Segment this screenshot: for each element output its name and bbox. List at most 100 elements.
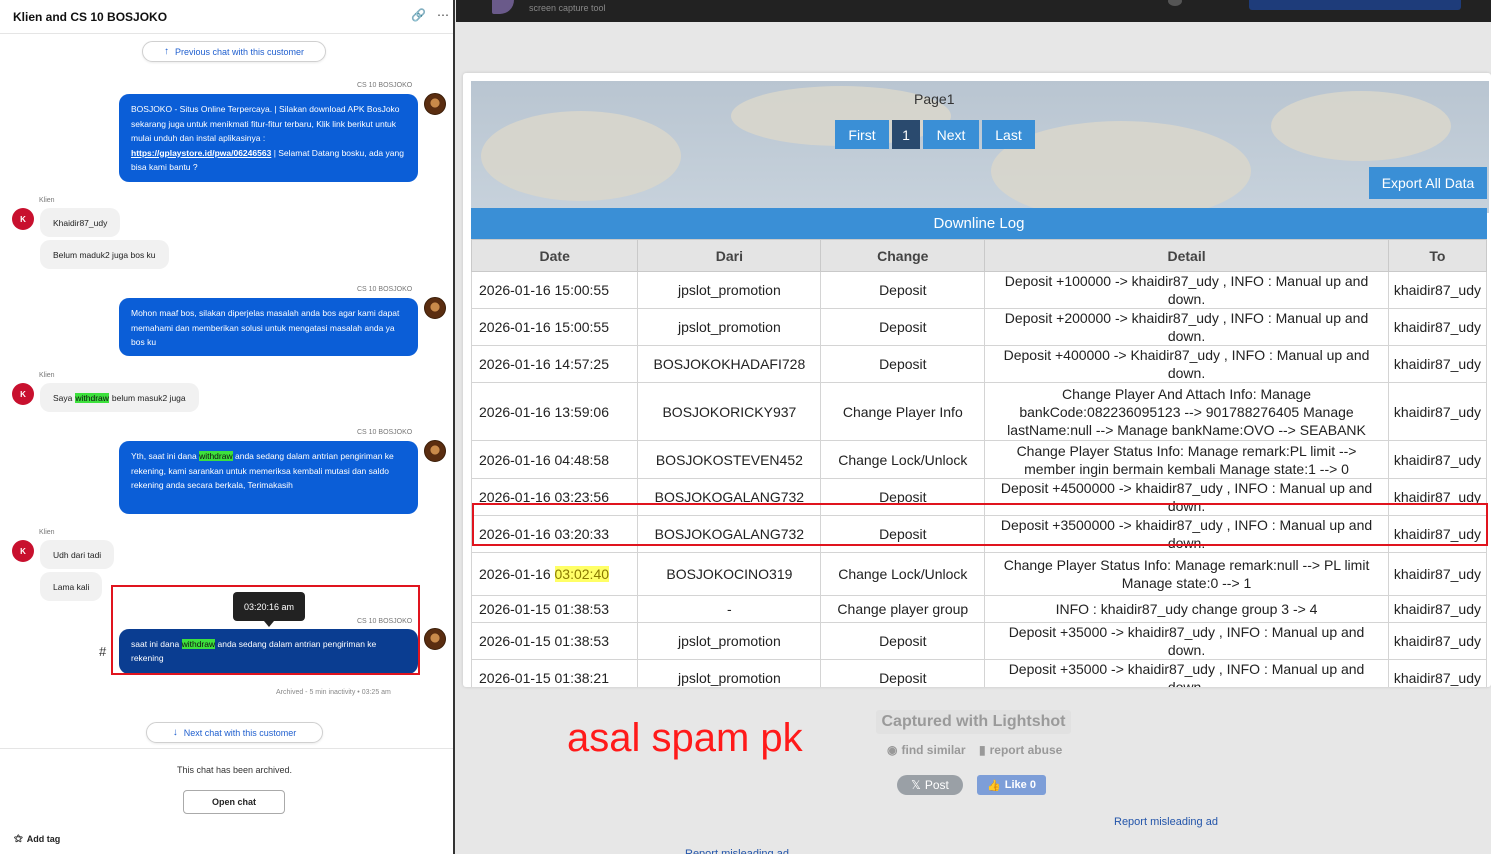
agent-name-label: CS 10 BOSJOKO [357,286,413,293]
arrow-up-icon: ↑ [163,46,169,57]
client-name-label: Klien [39,372,55,379]
link-icon[interactable]: 🔗 [411,8,426,22]
client-message: Saya withdraw belum masuk2 juga [40,383,199,412]
agent-name-label: CS 10 BOSJOKO [357,429,413,436]
tag-icon: ⚝ [14,833,23,843]
previous-chat-label: Previous chat with this customer [174,46,305,57]
table-row: 2026-01-16 15:00:55 jpslot_promotion Depos… [470,271,1488,309]
cell-date: 2026-01-15 01:38:53 [470,622,639,660]
x-post-button[interactable]: 𝕏 Post [897,775,963,795]
cell-detail: Change Player Status Info: Manage remark… [984,552,1389,596]
footer-divider [0,748,453,749]
cell-dari: jpslot_promotion [637,308,822,346]
cell-dari: jpslot_promotion [637,622,822,660]
report-icon: ▮ [979,743,986,757]
settings-icon[interactable] [1168,0,1182,6]
agent-message: Yth, saat ini dana withdraw anda sedang … [119,441,418,514]
col-date: Date [470,239,639,272]
cell-change: Change Lock/Unlock [820,440,986,479]
agent-avatar [424,440,446,462]
pager-first[interactable]: First [835,120,889,149]
cell-to: khaidir87_udy [1387,622,1488,660]
agent-avatar [424,628,446,650]
lightshot-logo-icon[interactable] [492,0,514,14]
cell-detail: Deposit +35000 -> khaidir87_udy , INFO :… [984,622,1389,660]
post-label: Post [924,778,949,792]
col-dari: Dari [637,239,822,272]
x-icon: 𝕏 [911,778,921,792]
cell-to: khaidir87_udy [1387,552,1488,596]
cell-to: khaidir87_udy [1387,595,1488,623]
table-row: 2026-01-16 15:00:55 jpslot_promotion Depos… [470,308,1488,346]
client-name-label: Klien [39,529,55,536]
archived-status: Archived - 5 min inactivity • 03:25 am [276,689,391,696]
report-ad-link[interactable]: Report misleading ad [685,848,789,854]
add-tag-button[interactable]: ⚝ Add tag [14,833,60,844]
highlighted-word: withdraw [75,392,109,403]
cell-date: 2026-01-16 14:57:25 [470,345,639,383]
cell-date: 2026-01-16 15:00:55 [470,271,639,309]
cell-date: 2026-01-16 15:00:55 [470,308,639,346]
report-abuse-link[interactable]: ▮ report abuse [979,743,1062,757]
download-button[interactable] [1249,0,1461,10]
cell-detail: INFO : khaidir87_udy change group 3 -> 4 [984,595,1389,623]
cell-change: Deposit [820,622,986,660]
table-row: 2026-01-16 03:02:40 BOSJOKOCINO319 Change … [470,552,1488,596]
pager-current[interactable]: 1 [892,120,920,149]
cell-dari: BOSJOKOSTEVEN452 [637,440,822,479]
date-time-highlighted: 03:02:40 [554,566,610,582]
cell-change: Deposit [820,308,986,346]
cell-detail: Change Player Status Info: Manage remark… [984,440,1389,479]
find-similar-label: find similar [901,743,966,757]
next-chat-button[interactable]: ↓ Next chat with this customer [146,722,323,743]
date-day: 2026-01-16 [479,566,551,582]
cell-date: 2026-01-16 03:02:40 [470,552,639,596]
table-body: 2026-01-16 15:00:55 jpslot_promotion Depos… [470,271,1488,687]
pager-last[interactable]: Last [982,120,1035,149]
more-icon[interactable]: ⋯ [437,8,449,22]
agent-message: Mohon maaf bos, silakan diperjelas masal… [119,298,418,356]
cell-change: Deposit [820,345,986,383]
facebook-like-button[interactable]: 👍 Like 0 [977,775,1046,795]
cell-date: 2026-01-15 01:38:21 [470,659,639,687]
cell-change: Change Lock/Unlock [820,552,986,596]
find-similar-link[interactable]: ◉ find similar [887,743,966,757]
agent-avatar [424,297,446,319]
annotation-text: asal spam pk [567,716,803,760]
table-title: Downline Log [471,208,1487,239]
hash-icon[interactable]: # [99,644,106,659]
table-row: 2026-01-15 01:38:53- Change player group I… [470,595,1488,623]
cell-change: Change Player Info [820,382,986,441]
screenshot-image: Page1 First 1 Next Last Export All Data … [463,73,1491,687]
client-avatar: K [12,383,34,405]
open-chat-button[interactable]: Open chat [183,790,285,814]
table-row: 2026-01-16 13:59:06 BOSJOKORICKY937 Change… [470,382,1488,441]
add-tag-label: Add tag [26,833,61,844]
camera-icon: ◉ [887,743,898,757]
lightshot-page: screen capture tool Page1 First 1 Next L… [456,0,1491,854]
table-row: 2026-01-15 01:38:21 jpslot_promotion Depos… [470,659,1488,687]
client-name-label: Klien [39,197,55,204]
agent-avatar [424,93,446,115]
cell-to: khaidir87_udy [1387,345,1488,383]
report-ad-link[interactable]: Report misleading ad [1114,816,1218,828]
chat-panel: Klien and CS 10 BOSJOKO 🔗 ⋯ ↑ Previous c… [0,0,455,854]
apk-link[interactable]: https://gplaystore.id/pwa/06246563 [131,148,271,158]
report-abuse-label: report abuse [989,743,1063,757]
table-row: 2026-01-16 04:48:58 BOSJOKOSTEVEN452 Chang… [470,440,1488,479]
col-change: Change [820,239,986,272]
page-label: Page1 [914,91,955,107]
message-text: Yth, saat ini dana [131,451,197,461]
cell-dari: jpslot_promotion [637,271,822,309]
pager-next[interactable]: Next [923,120,979,149]
cell-dari: jpslot_promotion [637,659,822,687]
client-message: Belum maduk2 juga bos ku [40,240,169,269]
previous-chat-button[interactable]: ↑ Previous chat with this customer [142,41,326,62]
like-label: Like 0 [1004,779,1036,791]
export-all-button[interactable]: Export All Data [1369,167,1487,199]
cell-dari: BOSJOKORICKY937 [637,382,822,441]
cell-date: 2026-01-16 13:59:06 [470,382,639,441]
red-annotation-box [472,503,1488,546]
message-text: belum masuk2 juga [111,392,186,403]
thumbs-up-icon: 👍 [987,779,1001,792]
